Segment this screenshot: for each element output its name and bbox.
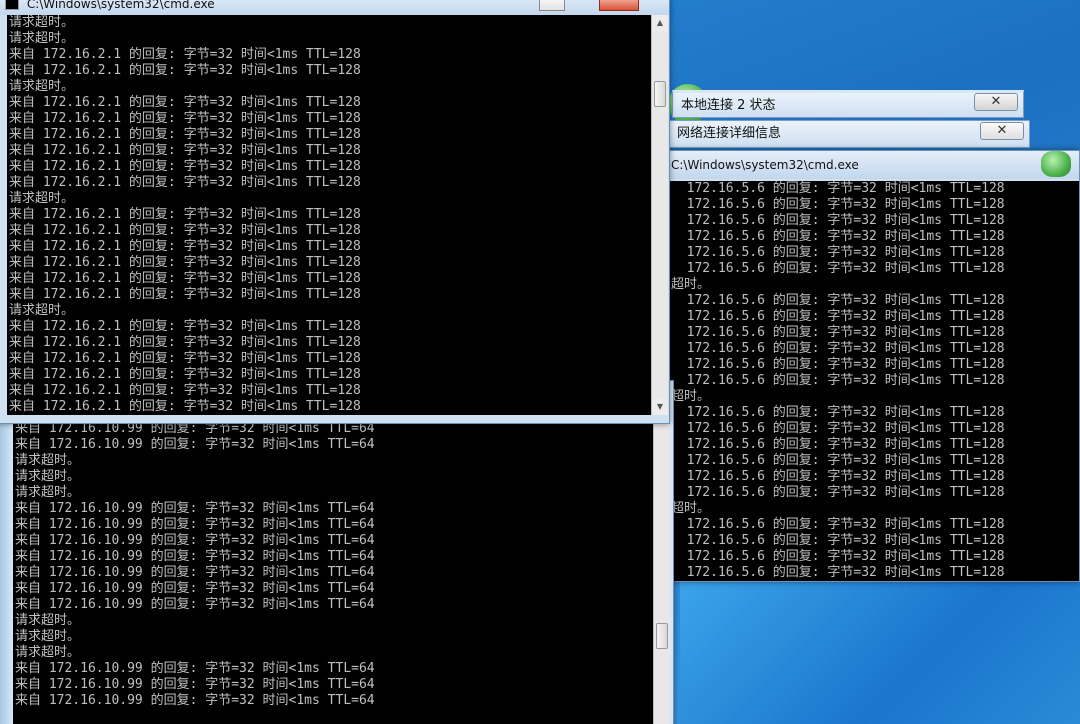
local-connection-status-dialog[interactable]: 本地连接 2 状态 <box>672 90 1024 118</box>
cmd-main-titlebar[interactable]: C:\Windows\system32\cmd.exe <box>0 0 669 15</box>
cmd-main-output: 请求超时。 请求超时。 来自 172.16.2.1 的回复: 字节=32 时间<… <box>7 15 651 415</box>
gadget-icon <box>1041 151 1071 177</box>
dialog1-close-button[interactable]: ✕ <box>974 93 1018 111</box>
cmd-right-output: 172.16.5.6 的回复: 字节=32 时间<1ms TTL=128 172… <box>669 181 1079 581</box>
window-frame-left <box>0 381 13 724</box>
cmd-bottom-output: 来自 172.16.10.99 的回复: 字节=32 时间<1ms TTL=64… <box>13 421 653 724</box>
cmd-window-bottom[interactable]: 来自 172.16.10.99 的回复: 字节=32 时间<1ms TTL=64… <box>0 380 674 724</box>
close-icon: ✕ <box>990 94 1002 109</box>
dialog-title-local-connection: 本地连接 2 状态 <box>681 98 776 113</box>
scroll-down-arrow-icon[interactable]: ▼ <box>652 399 668 415</box>
close-button[interactable] <box>599 0 639 11</box>
cmd-bottom-scrollbar[interactable] <box>653 421 670 724</box>
cmd-right-titlebar[interactable]: C:\Windows\system32\cmd.exe <box>669 151 1079 179</box>
desktop-background <box>680 580 1080 724</box>
cmd-main-title: C:\Windows\system32\cmd.exe <box>26 0 215 11</box>
cmd-bottom-scroll-thumb[interactable] <box>656 623 668 649</box>
cmd-icon <box>5 0 19 10</box>
close-icon: ✕ <box>996 123 1008 138</box>
scroll-up-arrow-icon[interactable]: ▲ <box>652 15 668 31</box>
cmd-main-scroll-thumb[interactable] <box>654 81 666 107</box>
dialog2-close-button[interactable]: ✕ <box>980 122 1024 140</box>
maximize-button[interactable] <box>539 0 565 11</box>
dialog-title-network-details: 网络连接详细信息 <box>677 126 782 141</box>
cmd-main-scrollbar[interactable]: ▲ ▼ <box>651 15 668 415</box>
cmd-window-main[interactable]: C:\Windows\system32\cmd.exe 请求超时。 请求超时。 … <box>0 0 670 424</box>
network-details-dialog[interactable]: 网络连接详细信息 <box>668 120 1030 148</box>
cmd-right-title: C:\Windows\system32\cmd.exe <box>671 158 859 172</box>
cmd-window-right[interactable]: C:\Windows\system32\cmd.exe 172.16.5.6 的… <box>668 150 1080 582</box>
